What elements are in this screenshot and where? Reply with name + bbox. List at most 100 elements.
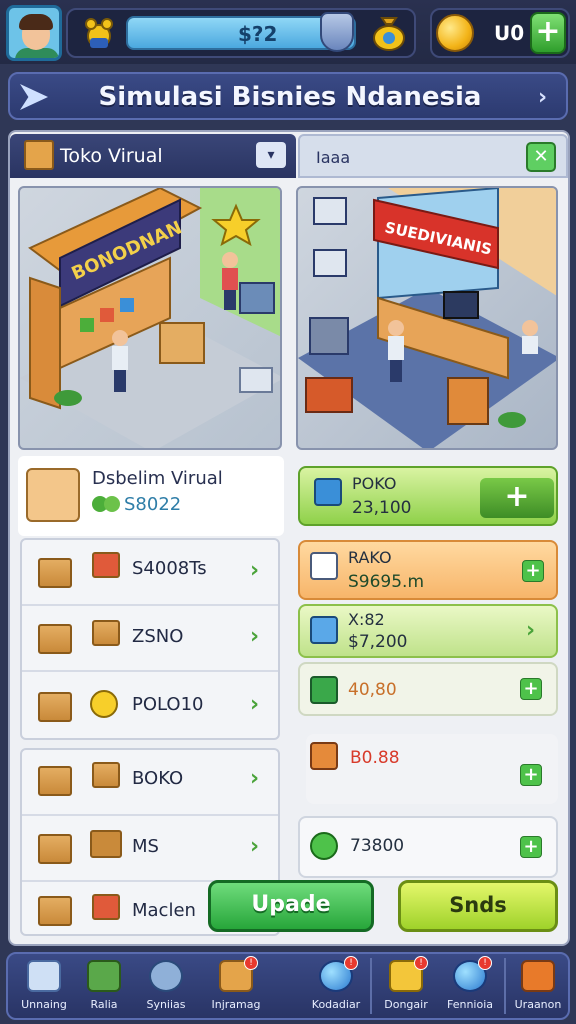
basket-icon <box>310 742 338 770</box>
nav-item-injramag[interactable]: ! Injramag <box>206 956 266 1016</box>
coin-icon <box>436 14 474 52</box>
notification-badge: ! <box>244 956 258 970</box>
list-item-label: POLO10 <box>132 694 204 715</box>
card-value: 73800 <box>350 836 405 856</box>
check-icon <box>310 832 338 860</box>
chevron-right-icon[interactable]: › <box>250 558 259 583</box>
card-title: X:82 <box>348 610 385 629</box>
game-screen: $?2 ᑌ0 + Simulasi Bisnies Ndanesia › Tok… <box>0 0 576 1024</box>
coin-icon <box>90 690 118 718</box>
nav-label: Uraanon <box>514 998 562 1011</box>
tab-label: Toko Virual <box>60 145 163 167</box>
nav-label: Syniias <box>146 998 186 1011</box>
coin-amount: ᑌ0 <box>494 21 525 45</box>
xp-bar: $?2 <box>66 8 416 58</box>
list-item[interactable]: POLO10 › <box>22 672 278 738</box>
document-icon <box>310 552 338 580</box>
store-scene-right[interactable]: SUEDIVIANIS <box>296 186 558 450</box>
chevron-down-icon[interactable]: ▾ <box>256 142 286 168</box>
add-button[interactable]: + <box>520 678 542 700</box>
product-card-4080[interactable]: 40,80 + <box>298 662 558 716</box>
nav-item-unnaing[interactable]: Unnaing <box>14 958 74 1016</box>
card-icon <box>521 960 555 992</box>
player-avatar[interactable] <box>6 5 62 61</box>
cube-icon <box>314 478 342 506</box>
add-button[interactable]: + <box>480 478 554 518</box>
list-item-label: BOKO <box>132 768 184 789</box>
nav-item-kodadiar[interactable]: ! Kodadiar <box>306 956 366 1016</box>
card-value: S9695.m <box>348 572 425 592</box>
inventory-list-1: S4008Ts › ZSNO › POLO10 › <box>20 538 280 740</box>
chevron-right-icon[interactable]: › <box>538 85 547 110</box>
chevron-right-icon[interactable]: › <box>250 766 259 791</box>
paw-icon <box>85 18 113 48</box>
crate-icon <box>38 896 72 926</box>
store-illustration-left: BONODNAN <box>20 188 280 448</box>
business-avatar <box>26 468 80 522</box>
add-button[interactable]: + <box>520 764 542 786</box>
list-item-label: MS <box>132 836 159 857</box>
red-box-icon <box>92 894 120 920</box>
chevron-right-icon[interactable]: › <box>526 618 535 643</box>
dollar-icon <box>92 496 120 512</box>
chevron-right-icon[interactable]: › <box>250 692 259 717</box>
money-bag-icon[interactable] <box>370 12 408 52</box>
product-card-rako[interactable]: RAKO S9695.m + <box>298 540 558 600</box>
store-illustration-right: SUEDIVIANIS <box>298 188 556 448</box>
store-icon <box>87 960 121 992</box>
sends-button[interactable]: Snds <box>398 880 558 932</box>
nav-item-uraanon[interactable]: Uraanon <box>508 958 568 1016</box>
add-button[interactable]: + <box>520 836 542 858</box>
crate-icon <box>38 834 72 864</box>
nav-item-syniias[interactable]: Syniias <box>136 958 196 1016</box>
business-name: Dsbelim Virual <box>92 468 223 489</box>
shield-icon <box>320 12 354 52</box>
nav-item-fennioia[interactable]: ! Fennioia <box>440 956 500 1016</box>
tab-label: Iaaa <box>316 148 351 167</box>
nav-item-ralia[interactable]: Ralia <box>74 958 134 1016</box>
card-title: POKO <box>352 474 397 493</box>
avatar-hair <box>19 14 53 30</box>
card-value: 40,80 <box>348 680 397 700</box>
product-card-73800[interactable]: 73800 + <box>298 816 558 878</box>
list-item-label: ZSNO <box>132 626 184 647</box>
crate-icon <box>38 766 72 796</box>
nav-label: Kodadiar <box>311 998 361 1011</box>
gear-icon <box>149 960 183 992</box>
top-status-bar: $?2 ᑌ0 + <box>0 0 576 64</box>
crate-icon <box>38 624 72 654</box>
product-card-b088[interactable]: B0.88 + <box>306 734 558 804</box>
chevron-right-icon[interactable]: › <box>250 834 259 859</box>
product-card-poko[interactable]: POKO 23,100 + <box>298 466 558 526</box>
xp-value: $?2 <box>238 22 278 46</box>
list-item[interactable]: ZSNO › <box>22 606 278 672</box>
list-item[interactable]: BOKO › <box>22 750 278 816</box>
tab-secondary[interactable]: Iaaa ✕ <box>298 134 568 178</box>
crate-icon <box>38 558 72 588</box>
business-profile-card[interactable]: Dsbelim Virual S8022 <box>18 456 284 536</box>
product-card-x82[interactable]: X:82 $7,200 › <box>298 604 558 658</box>
nav-label: Dongair <box>384 998 428 1011</box>
red-box-icon <box>92 552 120 578</box>
crate-icon <box>38 692 72 722</box>
notification-badge: ! <box>344 956 358 970</box>
card-value: $7,200 <box>348 632 408 652</box>
coin-counter: ᑌ0 + <box>430 8 570 58</box>
notification-badge: ! <box>414 956 428 970</box>
tab-toko-virual[interactable]: Toko Virual ▾ <box>10 134 296 178</box>
list-item[interactable]: MS › <box>22 816 278 882</box>
box-icon <box>92 762 120 788</box>
business-value: S8022 <box>124 494 182 515</box>
nav-item-dongair[interactable]: ! Dongair <box>376 956 436 1016</box>
box-icon <box>310 616 338 644</box>
update-button[interactable]: Upade <box>208 880 374 932</box>
list-item[interactable]: S4008Ts › <box>22 540 278 606</box>
chevron-right-icon[interactable]: › <box>250 624 259 649</box>
store-scene-left[interactable]: BONODNAN <box>18 186 282 450</box>
add-coins-button[interactable]: + <box>530 12 566 54</box>
add-button[interactable]: + <box>522 560 544 582</box>
card-value: B0.88 <box>350 748 400 768</box>
tools-icon[interactable]: ✕ <box>526 142 556 172</box>
page-title: Simulasi Bisnies Ndanesia <box>98 82 482 112</box>
nav-label: Fennioia <box>446 998 494 1011</box>
